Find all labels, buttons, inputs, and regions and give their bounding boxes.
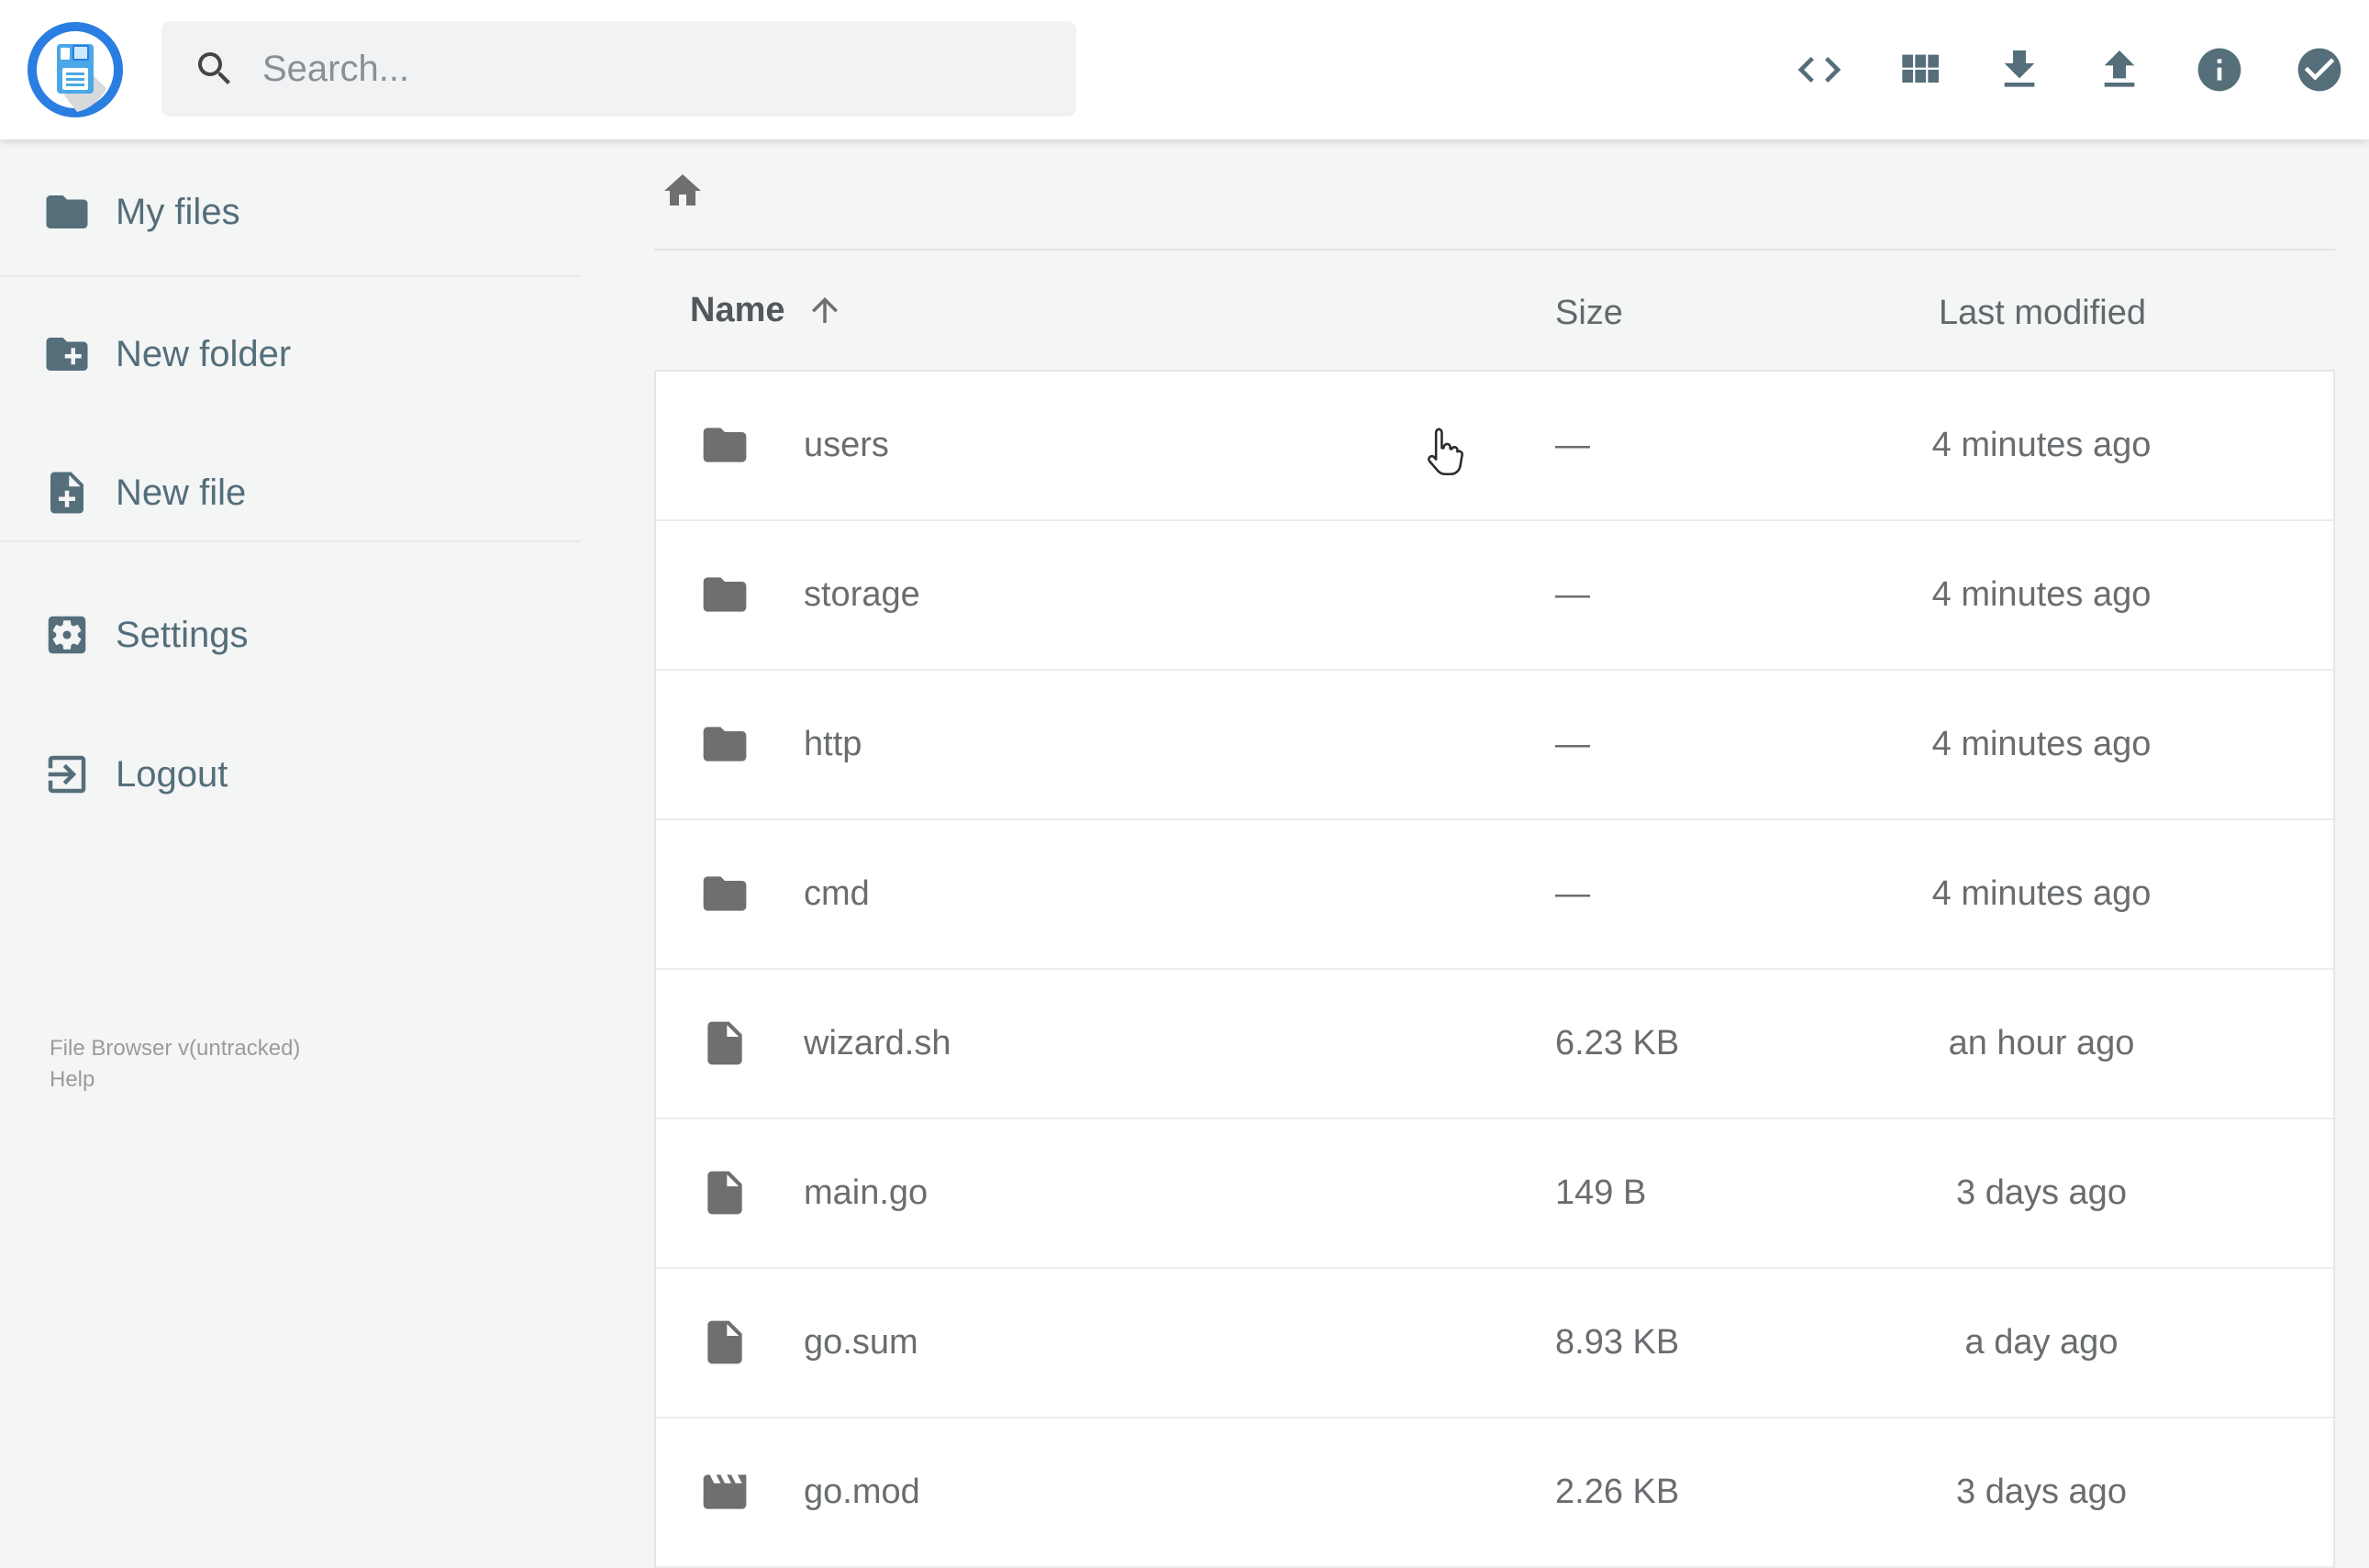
table-row[interactable]: main.go 149 B 3 days ago <box>656 1119 2333 1269</box>
table-row[interactable]: users — 4 minutes ago <box>656 372 2333 521</box>
table-row[interactable]: storage — 4 minutes ago <box>656 521 2333 671</box>
file-name: http <box>804 725 862 763</box>
file-modified: 3 days ago <box>1956 1173 2127 1212</box>
table-row[interactable]: go.sum 8.93 KB a day ago <box>656 1269 2333 1418</box>
file-name: go.mod <box>804 1473 920 1511</box>
folder-icon <box>699 718 751 770</box>
file-modified: a day ago <box>1964 1323 2119 1362</box>
file-name: cmd <box>804 874 870 913</box>
file-modified: 4 minutes ago <box>1931 874 2152 913</box>
file-size: — <box>1555 725 1590 763</box>
sidebar-item-label: Logout <box>116 753 228 795</box>
folder-plus-icon <box>42 329 92 379</box>
sidebar-item-my-files[interactable]: My files <box>0 166 581 258</box>
home-icon <box>661 169 705 213</box>
help-link[interactable]: Help <box>50 1064 300 1095</box>
file-size: 8.93 KB <box>1555 1323 1680 1362</box>
file-name: main.go <box>804 1173 929 1212</box>
column-header-name[interactable]: Name <box>690 288 844 332</box>
sort-ascending-icon <box>806 291 844 329</box>
file-size: — <box>1555 575 1590 614</box>
file-plus-icon <box>42 468 92 517</box>
file-name: storage <box>804 575 920 614</box>
info-button[interactable] <box>2194 44 2245 95</box>
upload-button[interactable] <box>2094 44 2145 95</box>
code-view-button[interactable] <box>1794 44 1845 95</box>
column-header-modified[interactable]: Last modified <box>1841 294 2244 333</box>
search-icon <box>193 47 237 91</box>
header-actions <box>1794 44 2345 95</box>
file-icon <box>699 1018 751 1069</box>
sidebar-item-new-file[interactable]: New file <box>0 447 581 539</box>
upload-icon <box>2094 44 2145 95</box>
file-icon <box>699 1167 751 1218</box>
file-modified: an hour ago <box>1948 1024 2135 1062</box>
file-list: users — 4 minutes ago storage — 4 minute… <box>654 370 2335 1568</box>
folder-icon <box>699 419 751 471</box>
grid-view-button[interactable] <box>1894 44 1945 95</box>
view-module-icon <box>1894 44 1945 95</box>
file-modified: 3 days ago <box>1956 1473 2127 1511</box>
file-name: users <box>804 426 889 464</box>
folder-icon <box>42 187 92 237</box>
check-circle-icon <box>2294 44 2345 95</box>
app-logo-icon[interactable] <box>26 20 125 119</box>
version-link[interactable]: File Browser v(untracked) <box>50 1033 300 1064</box>
folder-icon <box>699 868 751 919</box>
table-row[interactable]: go.mod 2.26 KB 3 days ago <box>656 1418 2333 1568</box>
settings-icon <box>42 610 92 660</box>
sidebar-divider <box>0 275 581 277</box>
download-icon <box>1994 44 2045 95</box>
movie-icon <box>699 1466 751 1518</box>
sidebar-item-label: New folder <box>116 333 292 374</box>
table-row[interactable]: cmd — 4 minutes ago <box>656 820 2333 970</box>
download-button[interactable] <box>1994 44 2045 95</box>
app-header <box>0 0 2369 139</box>
table-row[interactable]: wizard.sh 6.23 KB an hour ago <box>656 970 2333 1119</box>
info-icon <box>2194 44 2245 95</box>
file-name: go.sum <box>804 1323 918 1362</box>
file-name: wizard.sh <box>804 1024 951 1062</box>
sidebar-divider <box>0 540 581 542</box>
sidebar-item-settings[interactable]: Settings <box>0 589 581 681</box>
select-multiple-button[interactable] <box>2294 44 2345 95</box>
table-row[interactable]: http — 4 minutes ago <box>656 671 2333 820</box>
breadcrumb-home-button[interactable] <box>661 169 705 213</box>
file-size: — <box>1555 874 1590 913</box>
file-modified: 4 minutes ago <box>1931 575 2152 614</box>
code-icon <box>1794 44 1845 95</box>
search-input[interactable] <box>262 41 1076 96</box>
logout-icon <box>42 750 92 799</box>
file-size: 2.26 KB <box>1555 1473 1680 1511</box>
sidebar-item-label: My files <box>116 191 240 232</box>
file-modified: 4 minutes ago <box>1931 725 2152 763</box>
sidebar-item-label: Settings <box>116 614 249 655</box>
sidebar-item-logout[interactable]: Logout <box>0 728 581 820</box>
search-bar[interactable] <box>161 21 1076 117</box>
breadcrumb-divider <box>654 249 2335 250</box>
sidebar-item-new-folder[interactable]: New folder <box>0 308 581 400</box>
file-size: 149 B <box>1555 1173 1647 1212</box>
file-size: 6.23 KB <box>1555 1024 1680 1062</box>
file-icon <box>699 1317 751 1368</box>
sidebar-footer: File Browser v(untracked) Help <box>50 1033 300 1095</box>
file-size: — <box>1555 426 1590 464</box>
file-modified: 4 minutes ago <box>1931 426 2152 464</box>
sidebar-item-label: New file <box>116 472 247 513</box>
column-header-size[interactable]: Size <box>1555 294 1623 333</box>
sidebar: My files New folder New file Settings Lo… <box>0 139 581 1523</box>
folder-icon <box>699 569 751 620</box>
